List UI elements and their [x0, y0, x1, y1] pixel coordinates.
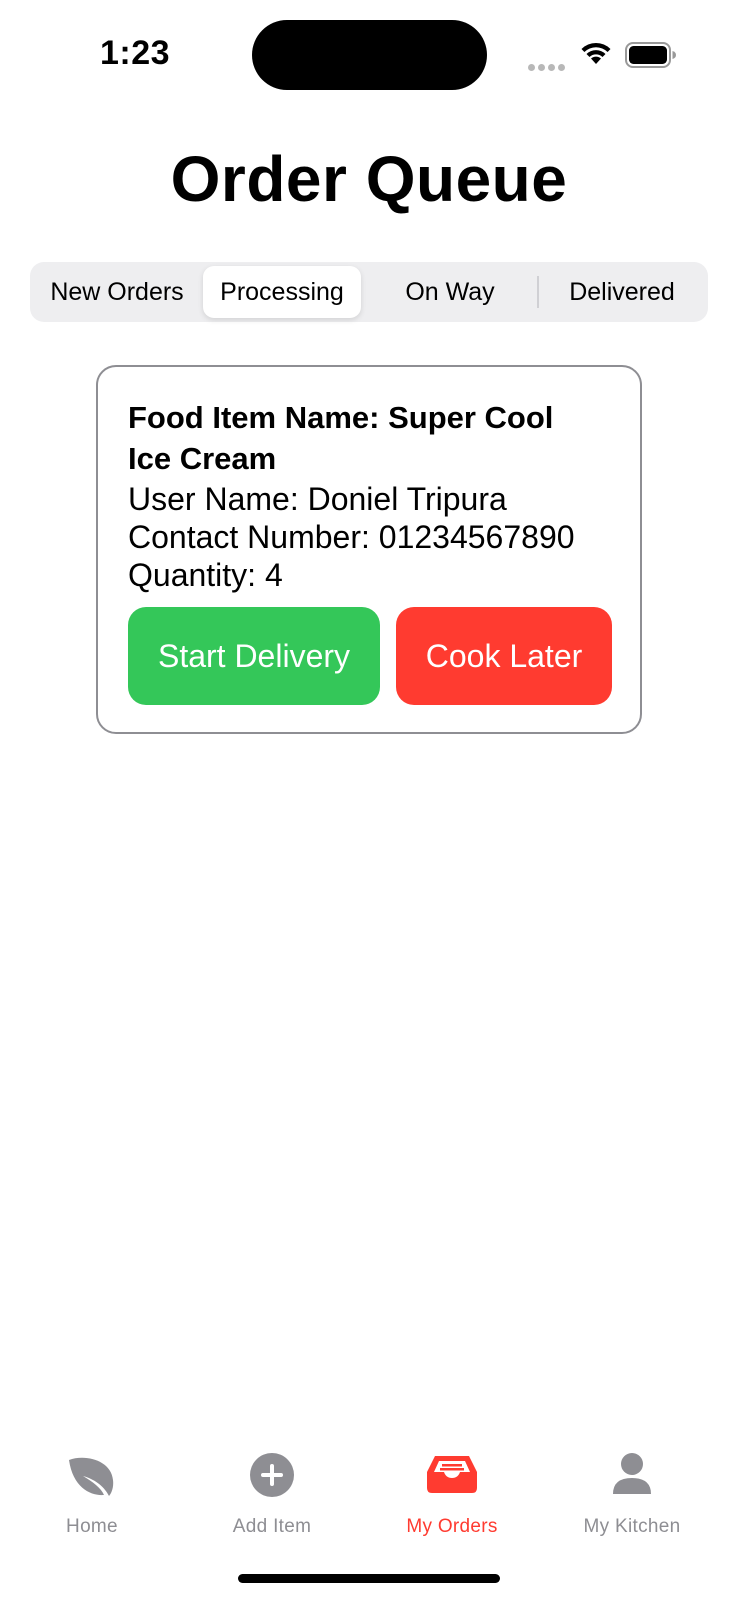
tab-add-item[interactable]: Add Item [180, 1440, 364, 1540]
cellular-signal-icon [528, 58, 568, 76]
user-name: User Name: Doniel Tripura [128, 481, 507, 517]
segment-delivered[interactable]: Delivered [542, 266, 702, 318]
segment-processing[interactable]: Processing [203, 266, 361, 318]
screen: 1:23 Order Queue New Orders Processing O… [0, 0, 738, 1600]
tab-my-kitchen-label: My Kitchen [583, 1516, 681, 1537]
tab-my-orders[interactable]: My Orders [360, 1440, 544, 1540]
tab-home-label: Home [66, 1516, 118, 1537]
segment-on-way[interactable]: On Way [366, 266, 534, 318]
tray-icon [427, 1456, 477, 1493]
order-card: Food Item Name: Super Cool Ice Cream Use… [96, 365, 642, 734]
cook-later-button[interactable]: Cook Later [396, 607, 612, 705]
quantity: Quantity: 4 [128, 557, 283, 593]
segment-divider [537, 276, 539, 308]
start-delivery-button[interactable]: Start Delivery [128, 607, 380, 705]
leaf-icon [69, 1457, 114, 1496]
dynamic-island [252, 20, 487, 90]
battery-icon [625, 42, 676, 68]
food-item-name: Food Item Name: Super Cool Ice Cream [128, 400, 554, 476]
tab-my-orders-label: My Orders [406, 1516, 498, 1537]
tab-add-item-label: Add Item [232, 1516, 312, 1537]
plus-circle-icon [250, 1453, 294, 1497]
tab-home[interactable]: Home [0, 1440, 184, 1540]
home-indicator[interactable] [238, 1574, 500, 1583]
tab-my-kitchen[interactable]: My Kitchen [540, 1440, 724, 1540]
order-status-segmented-control: New Orders Processing On Way Delivered [30, 262, 708, 322]
wifi-icon [581, 42, 611, 64]
contact-number: Contact Number: 01234567890 [128, 519, 575, 555]
status-icons [528, 38, 678, 71]
person-icon [613, 1453, 651, 1494]
segment-new-orders[interactable]: New Orders [36, 266, 198, 318]
tab-bar: Home Add Item My Orders My Kitchen [0, 1440, 738, 1550]
status-time: 1:23 [100, 34, 171, 72]
page-title: Order Queue [170, 143, 568, 215]
